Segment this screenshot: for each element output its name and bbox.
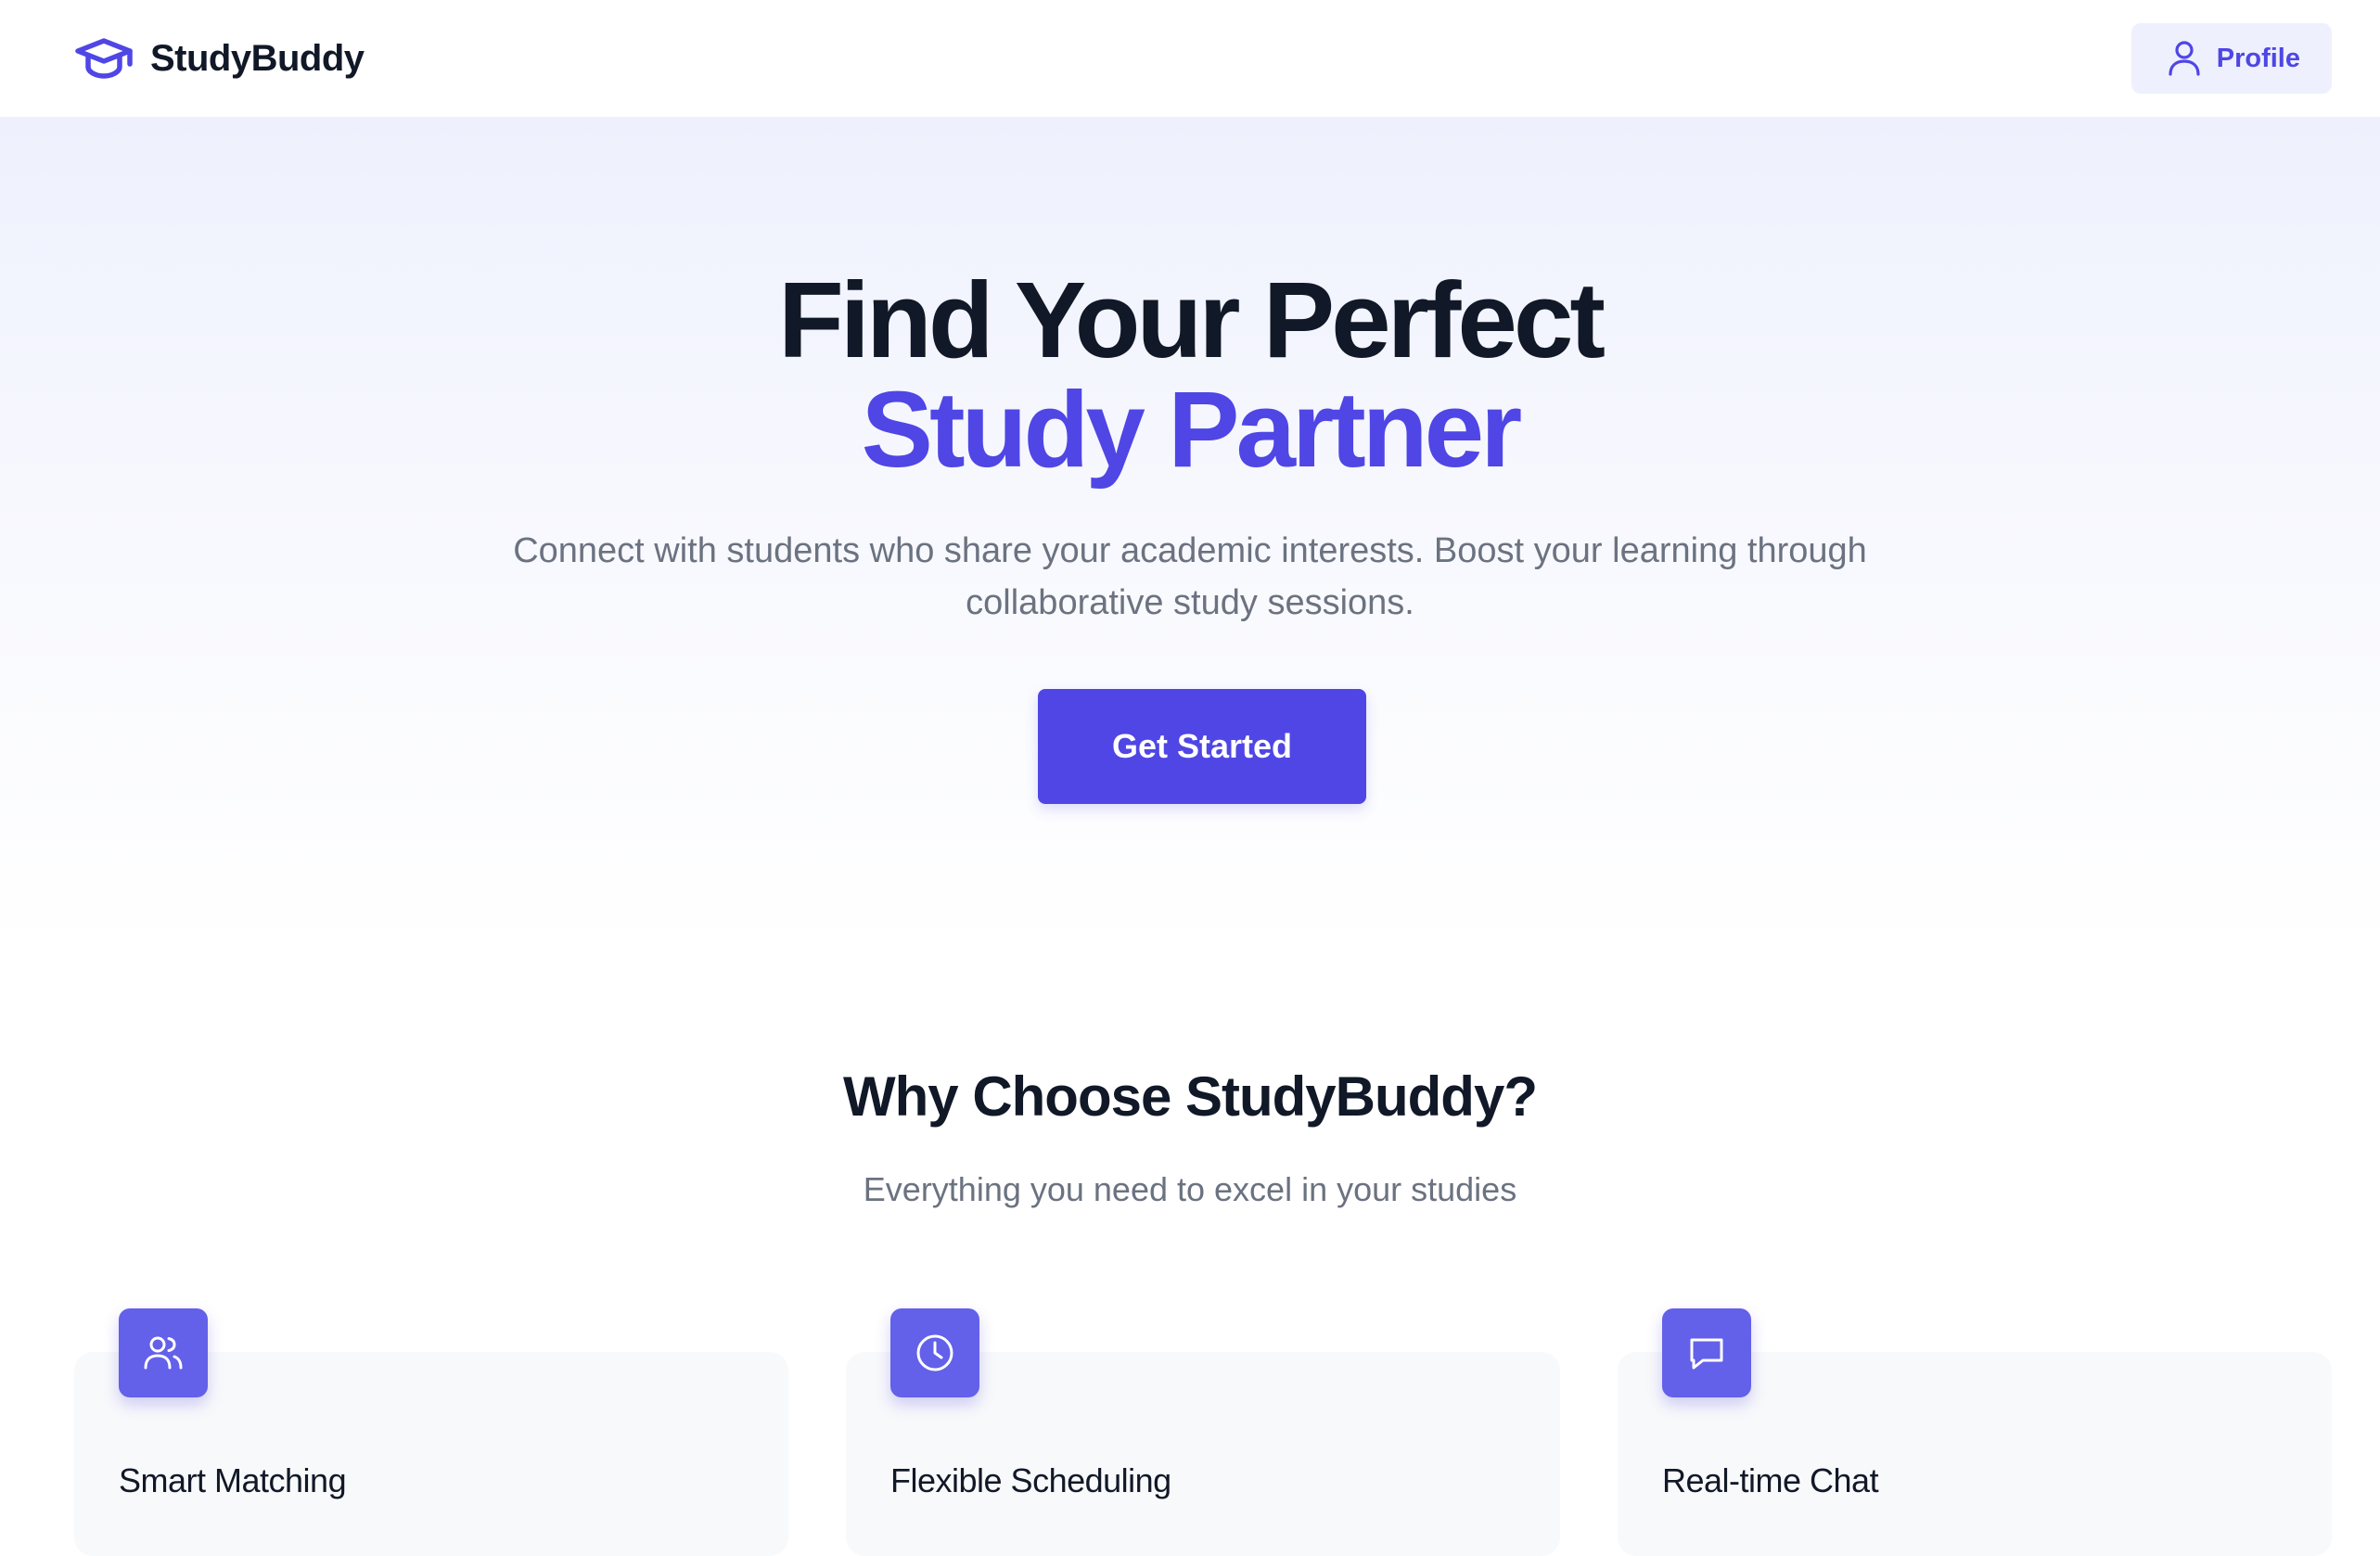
hero-title-line-1: Find Your Perfect [777, 260, 1606, 380]
hero-title: Find Your Perfect Study Partner [0, 265, 2380, 484]
feature-card-smart-matching: Smart Matching [74, 1308, 788, 1556]
brand-logo[interactable]: StudyBuddy [74, 35, 365, 82]
top-navbar: StudyBuddy Profile [0, 0, 2380, 117]
hero-section: Find Your Perfect Study Partner Connect … [0, 117, 2380, 951]
feature-title: Real-time Chat [1662, 1461, 1879, 1499]
chat-icon [1690, 1338, 1723, 1370]
feature-card-flexible-scheduling: Flexible Scheduling [846, 1308, 1560, 1556]
feature-title: Flexible Scheduling [890, 1461, 1171, 1499]
features-subtitle: Everything you need to excel in your stu… [863, 1170, 1517, 1208]
feature-card-real-time-chat: Real-time Chat [1618, 1308, 2332, 1556]
profile-button-label: Profile [2216, 43, 2300, 73]
users-icon [144, 1336, 183, 1370]
feature-title: Smart Matching [119, 1461, 347, 1499]
hero-title-line-2: Study Partner [861, 369, 1523, 490]
profile-button[interactable]: Profile [2130, 23, 2332, 94]
hero-subtitle: Connect with students who share your aca… [513, 531, 1867, 622]
feature-icon-tile [119, 1308, 208, 1397]
clock-icon [916, 1334, 953, 1371]
graduation-cap-icon [75, 38, 133, 79]
get-started-button[interactable]: Get Started [1038, 689, 1366, 804]
feature-icon-tile [890, 1308, 979, 1397]
features-title: Why Choose StudyBuddy? [843, 1065, 1538, 1128]
user-icon [2169, 41, 2200, 76]
feature-icon-tile [1662, 1308, 1751, 1397]
brand-name: StudyBuddy [150, 37, 365, 79]
